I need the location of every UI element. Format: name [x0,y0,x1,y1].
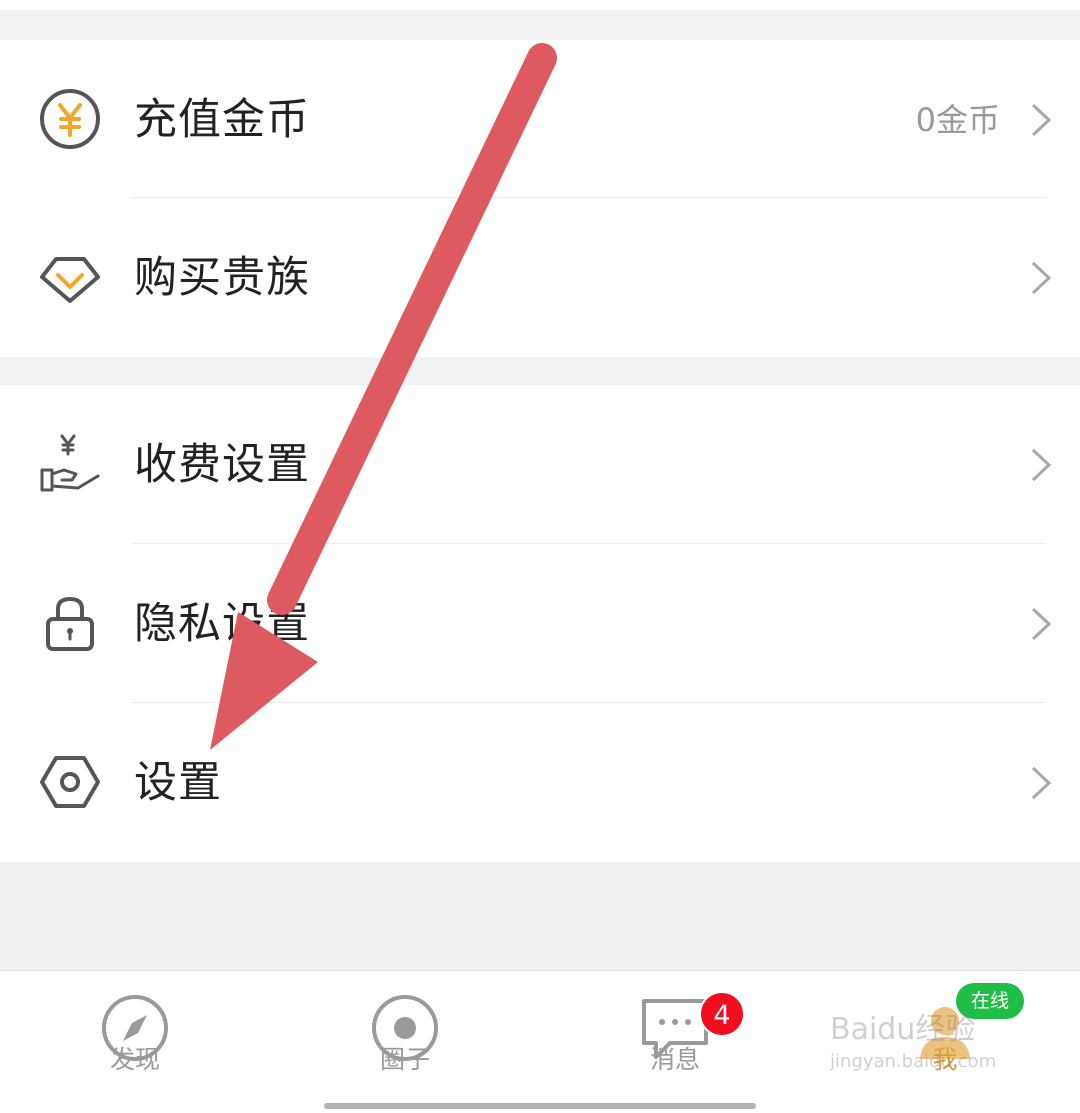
section-gap [0,357,1080,385]
fee-settings-label: 收费设置 [134,440,310,490]
unread-message-badge: 4 [699,991,745,1037]
settings-label: 设置 [134,758,222,808]
chevron-right-icon [1031,448,1052,482]
tab-messages-label: 消息 [649,1045,700,1074]
privacy-settings-label: 隐私设置 [134,599,310,649]
tab-messages[interactable]: 消息 [540,971,810,1113]
coin-balance: 0金币 [915,101,1000,139]
buy-nobility-row[interactable]: 购买贵族 [0,198,1080,357]
watermark-url: jingyan.baidu.com [830,1051,997,1072]
diamond-icon [40,257,100,303]
buy-nobility-label: 购买贵族 [134,253,310,303]
top-strip [0,0,1080,10]
section-gap [0,10,1080,40]
tab-discover-label: 发现 [109,1045,160,1074]
recharge-coins-row[interactable]: 充值金币 0金币 [0,40,1080,199]
home-indicator [324,1103,756,1109]
wallet-card: 充值金币 0金币 购买贵族 [0,40,1080,357]
chevron-right-icon [1031,766,1052,800]
recharge-coins-label: 充值金币 [134,95,310,145]
settings-card: 收费设置 隐私设置 设置 [0,385,1080,862]
lock-icon [46,596,94,651]
fee-settings-row[interactable]: 收费设置 [0,385,1080,544]
chevron-right-icon [1031,607,1052,641]
coin-icon [40,89,100,149]
watermark: Baidu经验 jingyan.baidu.com [830,1010,1030,1102]
tab-circle-label: 圈子 [379,1045,430,1074]
hand-money-icon [40,434,100,492]
watermark-brand: Baidu经验 [830,1012,976,1047]
tab-circle[interactable]: 圈子 [270,971,540,1113]
chevron-right-icon [1031,103,1052,137]
chevron-right-icon [1031,261,1052,295]
hexagon-gear-icon [40,756,100,808]
privacy-settings-row[interactable]: 隐私设置 [0,544,1080,703]
settings-row[interactable]: 设置 [0,703,1080,862]
tab-discover[interactable]: 发现 [0,971,270,1113]
